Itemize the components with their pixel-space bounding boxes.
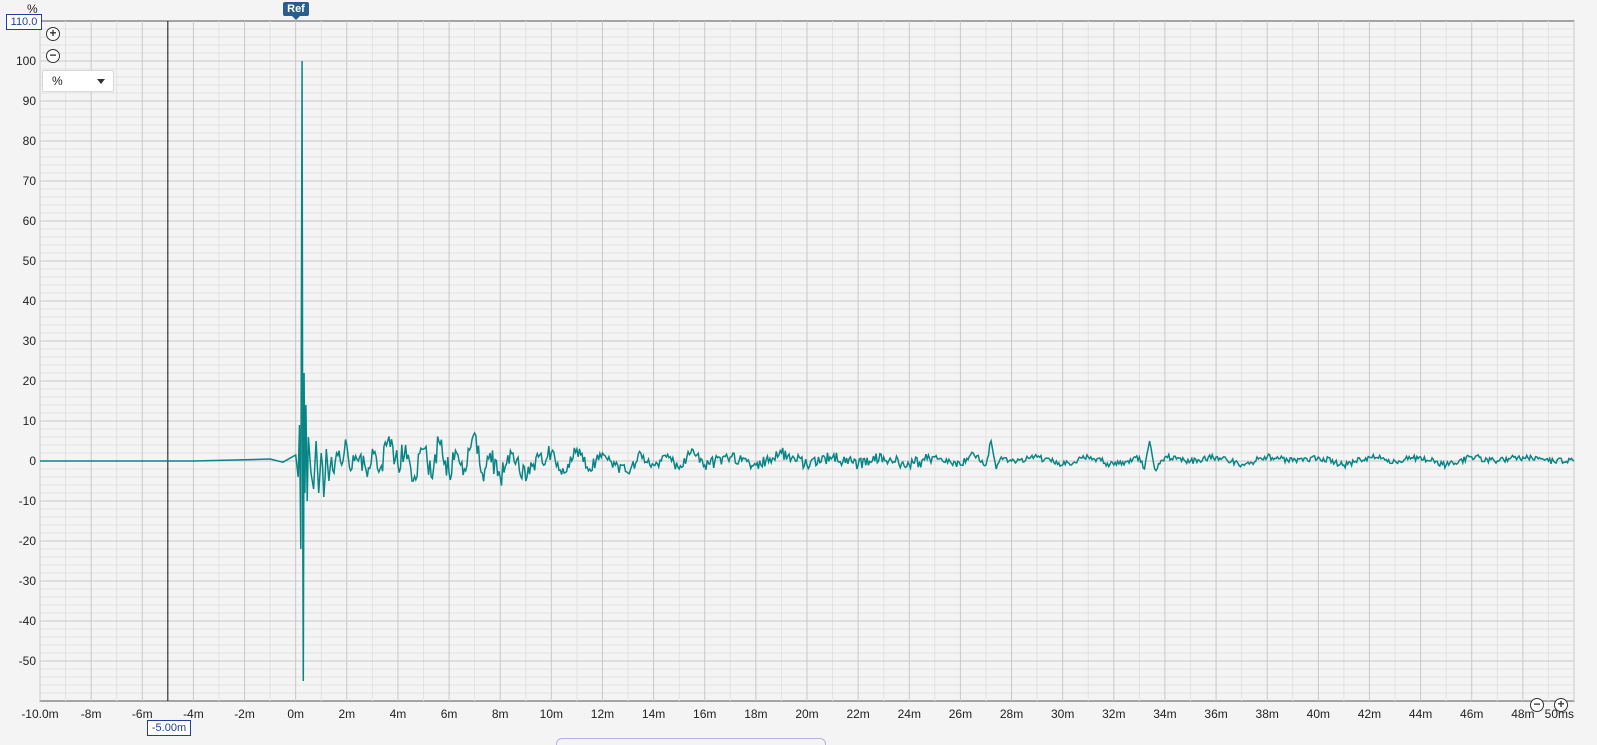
y-tick-label: 0 [29,454,36,468]
x-tick-label: 16m [693,707,716,721]
x-tick-label: -6m [132,707,153,721]
y-tick-label: 50 [23,254,37,268]
x-tick-label: 40m [1307,707,1330,721]
x-tick-label: 46m [1460,707,1483,721]
unit-select-value: % [52,74,63,88]
zoom-in-icon[interactable]: + [46,27,60,41]
x-tick-label: -8m [81,707,102,721]
x-tick-label: 14m [642,707,665,721]
x-tick-label: 0m [287,707,304,721]
x-tick-label: 18m [744,707,767,721]
y-tick-label: 90 [23,94,37,108]
x-tick-label: 36m [1204,707,1227,721]
y-tick-label: -20 [19,534,37,548]
y-tick-label: 80 [23,134,37,148]
x-tick-label: 12m [591,707,614,721]
x-tick-label: -4m [183,707,204,721]
x-tick-label: 22m [846,707,869,721]
x-axis-ticks: -10.0m -8m -6m -4m -2m 0m 2m 4m 6m 8m 10m 12m 14m 16m… [21,707,1574,721]
y-tick-label: -30 [19,574,37,588]
x-zoom-in-icon[interactable]: + [1554,698,1568,712]
x-tick-label: 32m [1102,707,1125,721]
x-tick-label: 6m [441,707,458,721]
y-tick-label: 100 [16,54,36,68]
x-tick-label: -2m [234,707,255,721]
x-tick-label: 34m [1153,707,1176,721]
y-tick-label: 40 [23,294,37,308]
y-tick-label: -40 [19,614,37,628]
y-tick-label: 70 [23,174,37,188]
chevron-down-icon [97,79,105,84]
x-tick-label: 26m [949,707,972,721]
x-tick-label: 20m [795,707,818,721]
x-tick-label: 24m [898,707,921,721]
x-tick-label: 10m [540,707,563,721]
x-tick-label: 28m [1000,707,1023,721]
y-tick-label: 20 [23,374,37,388]
cursor-x-readout[interactable]: -5.00m [147,720,191,736]
y-axis-ticks: 1009080706050403020100-10-20-30-40-50 [16,54,36,668]
y-tick-label: 60 [23,214,37,228]
x-tick-label: 4m [390,707,407,721]
y-tick-label: 30 [23,334,37,348]
x-tick-label: 44m [1409,707,1432,721]
zoom-out-icon[interactable]: − [46,49,60,63]
impulse-chart[interactable]: 1009080706050403020100-10-20-30-40-50 -1… [0,0,1597,742]
x-tick-label: 2m [338,707,355,721]
x-tick-label: -10.0m [21,707,58,721]
ref-marker[interactable]: Ref [283,2,309,20]
y-tick-label: -10 [19,494,37,508]
x-zoom-out-icon[interactable]: − [1530,698,1544,712]
unit-select[interactable]: % [42,70,114,92]
x-tick-label: 42m [1358,707,1381,721]
y-tick-label: -50 [19,654,37,668]
x-tick-label: 30m [1051,707,1074,721]
y-tick-label: 10 [23,414,37,428]
x-tick-label: 38m [1256,707,1279,721]
x-tick-label: 8m [492,707,509,721]
y-max-input[interactable]: 110.0 [6,14,42,30]
